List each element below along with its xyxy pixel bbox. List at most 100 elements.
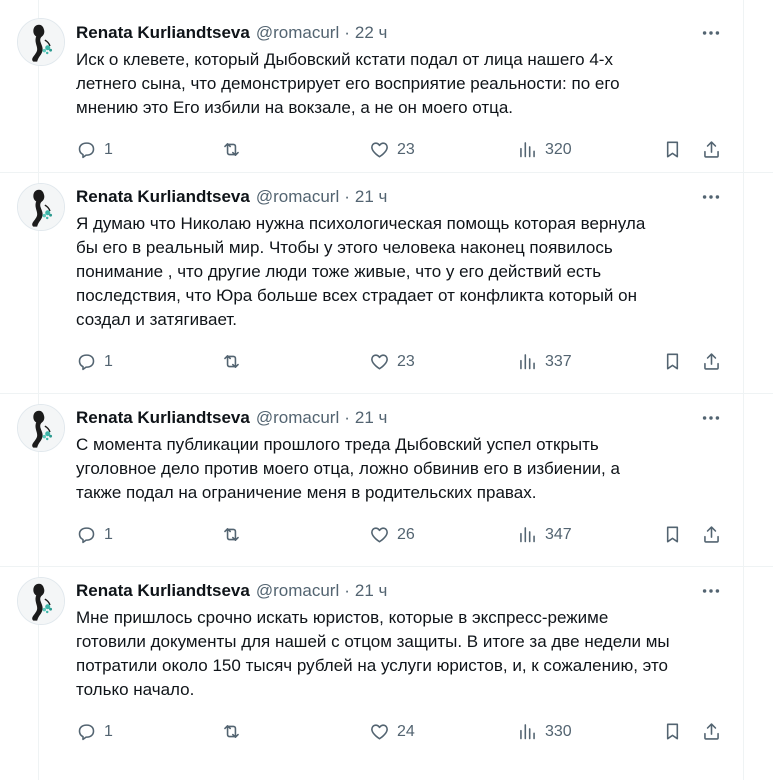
reply-count: 1 xyxy=(104,525,113,543)
tweet-header: Renata Kurliandtseva @romacurl · 21 ч xyxy=(76,408,387,428)
separator-dot: · xyxy=(344,187,350,206)
retweet-button[interactable] xyxy=(221,139,242,160)
tweet-text: Мне пришлось срочно искать юристов, кото… xyxy=(76,606,716,702)
tweet-text-line: создал и затягивает. xyxy=(76,310,237,329)
more-button[interactable] xyxy=(698,187,724,207)
tweet-text-line: последствия, что Юра больше всех страдае… xyxy=(76,286,637,305)
tweet-actions: 1 24 330 xyxy=(0,721,773,745)
author-handle[interactable]: @romacurl xyxy=(256,23,339,43)
views-icon xyxy=(517,524,538,545)
tweet-text-line: летнего сына, что демонстрирует его восп… xyxy=(76,74,620,93)
timestamp[interactable]: 21 ч xyxy=(355,187,388,207)
author-handle[interactable]: @romacurl xyxy=(256,408,339,428)
timestamp[interactable]: 22 ч xyxy=(355,23,388,43)
reply-count: 1 xyxy=(104,722,113,740)
views-count: 330 xyxy=(545,722,572,740)
author-name[interactable]: Renata Kurliandtseva xyxy=(76,23,250,43)
separator-dot: · xyxy=(344,408,350,427)
like-button[interactable]: 23 xyxy=(369,139,415,160)
reply-button[interactable]: 1 xyxy=(76,524,113,545)
tweet-text-line: С момента публикации прошлого треда Дыбо… xyxy=(76,435,599,454)
more-button[interactable] xyxy=(698,23,724,43)
like-button[interactable]: 24 xyxy=(369,721,415,742)
bookmark-button[interactable] xyxy=(662,351,683,372)
bookmark-button[interactable] xyxy=(662,139,683,160)
author-name[interactable]: Renata Kurliandtseva xyxy=(76,187,250,207)
share-icon xyxy=(701,721,722,742)
retweet-button[interactable] xyxy=(221,524,242,545)
like-count: 23 xyxy=(397,140,415,158)
tweet[interactable]: Renata Kurliandtseva @romacurl · 21 ч Я дума… xyxy=(0,173,773,394)
tweet[interactable]: Renata Kurliandtseva @romacurl · 21 ч С моме… xyxy=(0,394,773,567)
timestamp[interactable]: 21 ч xyxy=(355,581,388,601)
reply-icon xyxy=(76,351,97,372)
tweet[interactable]: Renata Kurliandtseva @romacurl · 21 ч Мне пр… xyxy=(0,567,773,772)
reply-icon xyxy=(76,139,97,160)
views-count: 320 xyxy=(545,140,572,158)
timestamp[interactable]: 21 ч xyxy=(355,408,388,428)
views-count: 347 xyxy=(545,525,572,543)
retweet-icon xyxy=(221,139,242,160)
views-button[interactable]: 330 xyxy=(517,721,572,742)
views-button[interactable]: 337 xyxy=(517,351,572,372)
retweet-button[interactable] xyxy=(221,721,242,742)
reply-button[interactable]: 1 xyxy=(76,351,113,372)
tweet-text-line: Мне пришлось срочно искать юристов, кото… xyxy=(76,608,609,627)
tweet-feed: Renata Kurliandtseva @romacurl · 22 ч Иск о … xyxy=(0,0,773,772)
more-button[interactable] xyxy=(698,408,724,428)
like-count: 24 xyxy=(397,722,415,740)
avatar[interactable] xyxy=(17,18,65,66)
avatar[interactable] xyxy=(17,183,65,231)
author-handle[interactable]: @romacurl xyxy=(256,187,339,207)
views-button[interactable]: 320 xyxy=(517,139,572,160)
avatar[interactable] xyxy=(17,404,65,452)
tweet-text: Я думаю что Николаю нужна психологическа… xyxy=(76,212,716,332)
more-icon xyxy=(700,407,722,429)
share-button[interactable] xyxy=(701,721,722,742)
bookmark-icon xyxy=(662,351,683,372)
bookmark-button[interactable] xyxy=(662,721,683,742)
bookmark-button[interactable] xyxy=(662,524,683,545)
tweet-actions: 1 23 320 xyxy=(0,139,773,163)
reply-count: 1 xyxy=(104,352,113,370)
tweet-header: Renata Kurliandtseva @romacurl · 22 ч xyxy=(76,23,387,43)
views-icon xyxy=(517,721,538,742)
tweet-text-line: потратили около 150 тысяч рублей на услу… xyxy=(76,656,669,675)
tweet-text-line: бы его в реальный мир. Чтобы у этого чел… xyxy=(76,238,613,257)
tweet-text: Иск о клевете, который Дыбовский кстати … xyxy=(76,48,716,120)
share-button[interactable] xyxy=(701,351,722,372)
more-icon xyxy=(700,186,722,208)
tweet-text-line: Я думаю что Николаю нужна психологическа… xyxy=(76,214,646,233)
like-button[interactable]: 26 xyxy=(369,524,415,545)
share-icon xyxy=(701,524,722,545)
tweet[interactable]: Renata Kurliandtseva @romacurl · 22 ч Иск о … xyxy=(0,0,773,173)
avatar[interactable] xyxy=(17,577,65,625)
reply-icon xyxy=(76,721,97,742)
more-button[interactable] xyxy=(698,581,724,601)
tweet-text-line: готовили документы для нашей с отцом защ… xyxy=(76,632,670,651)
reply-button[interactable]: 1 xyxy=(76,721,113,742)
heart-icon xyxy=(369,139,390,160)
author-handle[interactable]: @romacurl xyxy=(256,581,339,601)
views-button[interactable]: 347 xyxy=(517,524,572,545)
reply-count: 1 xyxy=(104,140,113,158)
author-name[interactable]: Renata Kurliandtseva xyxy=(76,581,250,601)
share-icon xyxy=(701,139,722,160)
author-name[interactable]: Renata Kurliandtseva xyxy=(76,408,250,428)
share-button[interactable] xyxy=(701,139,722,160)
like-button[interactable]: 23 xyxy=(369,351,415,372)
tweet-text-line: только начало. xyxy=(76,680,195,699)
views-icon xyxy=(517,139,538,160)
tweet-header: Renata Kurliandtseva @romacurl · 21 ч xyxy=(76,581,387,601)
share-button[interactable] xyxy=(701,524,722,545)
tweet-text: С момента публикации прошлого треда Дыбо… xyxy=(76,433,716,505)
share-icon xyxy=(701,351,722,372)
more-icon xyxy=(700,22,722,44)
tweet-text-line: мнению это Его избили на вокзале, а не о… xyxy=(76,98,514,117)
heart-icon xyxy=(369,524,390,545)
tweet-text-line: Иск о клевете, который Дыбовский кстати … xyxy=(76,50,613,69)
tweet-actions: 1 23 337 xyxy=(0,351,773,375)
retweet-button[interactable] xyxy=(221,351,242,372)
tweet-text-line: также подал на ограничение меня в родите… xyxy=(76,483,537,502)
reply-button[interactable]: 1 xyxy=(76,139,113,160)
